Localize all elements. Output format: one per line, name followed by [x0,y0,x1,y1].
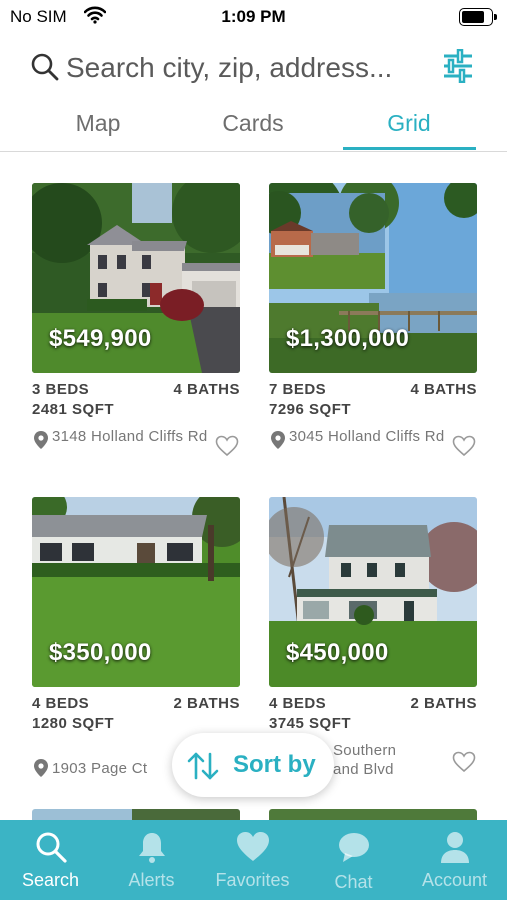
listing-sqft: 7296 SQFT [269,401,352,418]
sort-arrows-icon [187,752,219,780]
bell-icon [138,833,165,863]
favorite-heart-icon[interactable] [452,435,476,457]
tab-grid[interactable]: Grid [339,110,479,137]
sort-by-label: Sort by [233,751,316,778]
tab-map[interactable]: Map [28,110,168,137]
active-tab-indicator [343,147,476,150]
nav-favorites[interactable]: Favorites [202,820,303,900]
search-icon [31,53,59,81]
chat-bubble-icon [338,833,369,862]
listing-baths: 2 BATHS [410,695,477,712]
nav-account[interactable]: Account [404,820,505,900]
bottom-tab-bar: Search Alerts Favorites Chat Account [0,820,507,900]
tab-cards[interactable]: Cards [183,110,323,137]
search-bar [0,44,507,94]
listing-price: $549,900 [49,325,152,352]
listing-baths: 2 BATHS [173,695,240,712]
listing-address: 3148 Holland Cliffs Rd [52,428,208,445]
favorite-heart-icon[interactable] [215,435,239,457]
nav-search[interactable]: Search [0,820,101,900]
listing-beds: 3 BEDS [32,381,90,398]
listing-sqft: 2481 SQFT [32,401,115,418]
listing-price: $1,300,000 [286,325,410,352]
status-time: 1:09 PM [221,7,286,26]
favorite-heart-icon[interactable] [452,751,476,773]
listing-grid: $549,900 3 BEDS 4 BATHS 2481 SQFT 3148 H… [0,152,507,820]
listing-baths: 4 BATHS [410,381,477,398]
status-bar: No SIM 1:09 PM [0,0,507,34]
person-icon [440,832,469,863]
listing-photo[interactable]: $350,000 [32,497,240,687]
location-pin-icon [34,431,48,449]
nav-chat[interactable]: Chat [303,820,404,900]
nav-favorites-label: Favorites [215,870,290,890]
location-pin-icon [34,759,48,777]
nav-alerts[interactable]: Alerts [101,820,202,900]
listing-beds: 7 BEDS [269,381,327,398]
location-pin-icon [271,431,285,449]
nav-chat-label: Chat [334,872,373,892]
listing-price: $350,000 [49,639,152,666]
listing-photo[interactable]: $450,000 [269,497,477,687]
view-tabs: Map Cards Grid [0,104,507,152]
listing-sqft: 3745 SQFT [269,715,352,732]
filter-sliders-icon[interactable] [442,49,474,83]
listing-address: 3045 Holland Cliffs Rd [289,428,445,445]
nav-search-label: Search [21,870,80,890]
listing-photo-partial[interactable] [32,809,240,820]
heart-icon [236,832,269,861]
listing-baths: 4 BATHS [173,381,240,398]
battery-icon [459,8,497,26]
search-input[interactable] [66,48,426,88]
listing-photo[interactable]: $1,300,000 [269,183,477,373]
sort-by-button[interactable]: Sort by [172,733,334,797]
nav-alerts-label: Alerts [128,870,175,890]
listing-photo[interactable]: $549,900 [32,183,240,373]
listing-photo-partial[interactable] [269,809,477,820]
listing-beds: 4 BEDS [269,695,327,712]
listing-price: $450,000 [286,639,389,666]
listing-beds: 4 BEDS [32,695,90,712]
listing-sqft: 1280 SQFT [32,715,115,732]
nav-account-label: Account [421,870,488,890]
search-icon [36,832,67,863]
